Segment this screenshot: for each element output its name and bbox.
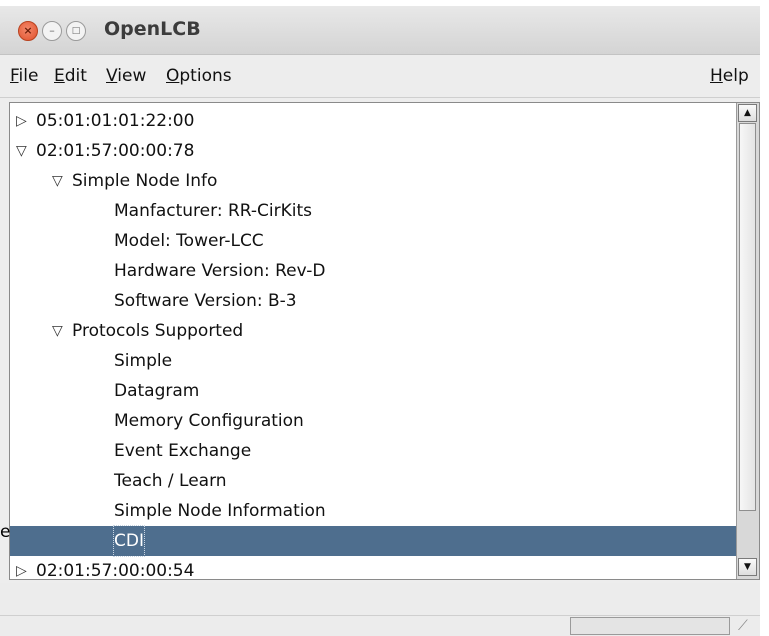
triangle-down-icon[interactable]: ▽ bbox=[52, 166, 63, 196]
triangle-right-icon[interactable]: ▷ bbox=[16, 556, 27, 579]
openlcb-window: × – □ OpenLCB File Edit View Options Hel… bbox=[0, 6, 760, 636]
tree-row-label: Manfacturer: RR-CirKits bbox=[114, 201, 312, 221]
menu-view[interactable]: View bbox=[106, 66, 146, 86]
tree-row[interactable]: ▽ Simple Node Info bbox=[10, 166, 736, 196]
tree-row[interactable]: ▷ 05:01:01:01:22:00 bbox=[10, 106, 736, 136]
resize-grip-icon[interactable]: ⟋ bbox=[738, 617, 758, 635]
triangle-down-icon[interactable]: ▽ bbox=[52, 316, 63, 346]
tree-row-label: Simple Node Information bbox=[114, 501, 326, 521]
minimize-icon[interactable]: – bbox=[42, 21, 62, 41]
tree-row-label: Memory Configuration bbox=[114, 411, 304, 431]
triangle-right-icon[interactable]: ▷ bbox=[16, 106, 27, 136]
maximize-icon[interactable]: □ bbox=[66, 21, 86, 41]
tree-rows: ▷ 05:01:01:01:22:00 ▽ 02:01:57:00:00:78 ▽ Sim… bbox=[10, 103, 736, 579]
tree-row-label: Model: Tower-LCC bbox=[114, 231, 264, 251]
menu-bar: File Edit View Options Help bbox=[0, 55, 760, 98]
tree-row-label: Protocols Supported bbox=[72, 321, 244, 341]
scroll-up-icon[interactable]: ▲ bbox=[738, 104, 757, 122]
status-bar: ⟋ bbox=[0, 583, 760, 636]
window-title: OpenLCB bbox=[104, 18, 201, 40]
tree-row[interactable]: Event Exchange bbox=[10, 436, 736, 466]
menu-options[interactable]: Options bbox=[166, 66, 232, 86]
tree-row-label: Datagram bbox=[114, 381, 200, 401]
tree-row[interactable]: Model: Tower-LCC bbox=[10, 226, 736, 256]
tree-row-label: Simple bbox=[114, 351, 173, 371]
vertical-scrollbar[interactable]: ▲ ▼ bbox=[736, 103, 759, 579]
tree-row-label: 02:01:57:00:00:54 bbox=[36, 561, 195, 579]
tree-row[interactable]: Software Version: B-3 bbox=[10, 286, 736, 316]
tree-row[interactable]: Simple bbox=[10, 346, 736, 376]
menu-edit[interactable]: Edit bbox=[54, 66, 87, 86]
scrollbar-thumb[interactable] bbox=[739, 123, 756, 511]
tree-row[interactable]: Simple Node Information bbox=[10, 496, 736, 526]
tree-row-label: Teach / Learn bbox=[114, 471, 227, 491]
status-box bbox=[570, 617, 730, 635]
tree-row-label: Simple Node Info bbox=[72, 171, 218, 191]
tree-row[interactable]: ▽ 02:01:57:00:00:78 bbox=[10, 136, 736, 166]
tree-row[interactable]: Hardware Version: Rev-D bbox=[10, 256, 736, 286]
tree-row-label: 05:01:01:01:22:00 bbox=[36, 111, 195, 131]
tree-row-label: Hardware Version: Rev-D bbox=[114, 261, 326, 281]
close-icon[interactable]: × bbox=[18, 21, 38, 41]
tree-row-label: Software Version: B-3 bbox=[114, 291, 297, 311]
scroll-down-icon[interactable]: ▼ bbox=[738, 558, 757, 576]
tree-row[interactable]: ▷ 02:01:57:00:00:54 bbox=[10, 556, 736, 579]
tree-row[interactable]: Datagram bbox=[10, 376, 736, 406]
tree-row[interactable]: Memory Configuration bbox=[10, 406, 736, 436]
node-tree[interactable]: ▷ 05:01:01:01:22:00 ▽ 02:01:57:00:00:78 ▽ Sim… bbox=[9, 102, 760, 580]
title-bar[interactable]: × – □ OpenLCB bbox=[0, 6, 760, 55]
tree-row-label: Event Exchange bbox=[114, 441, 252, 461]
menu-file[interactable]: File bbox=[10, 66, 38, 86]
triangle-down-icon[interactable]: ▽ bbox=[16, 136, 27, 166]
tree-row-selected[interactable]: CDI bbox=[10, 525, 736, 557]
tree-row[interactable]: ▽ Protocols Supported bbox=[10, 316, 736, 346]
tree-row[interactable]: Teach / Learn bbox=[10, 466, 736, 496]
stray-text-fragment: e bbox=[0, 522, 11, 542]
tree-row[interactable]: Manfacturer: RR-CirKits bbox=[10, 196, 736, 226]
tree-row-label: 02:01:57:00:00:78 bbox=[36, 141, 195, 161]
menu-help[interactable]: Help bbox=[710, 66, 749, 86]
tree-row-label: CDI bbox=[113, 525, 145, 557]
